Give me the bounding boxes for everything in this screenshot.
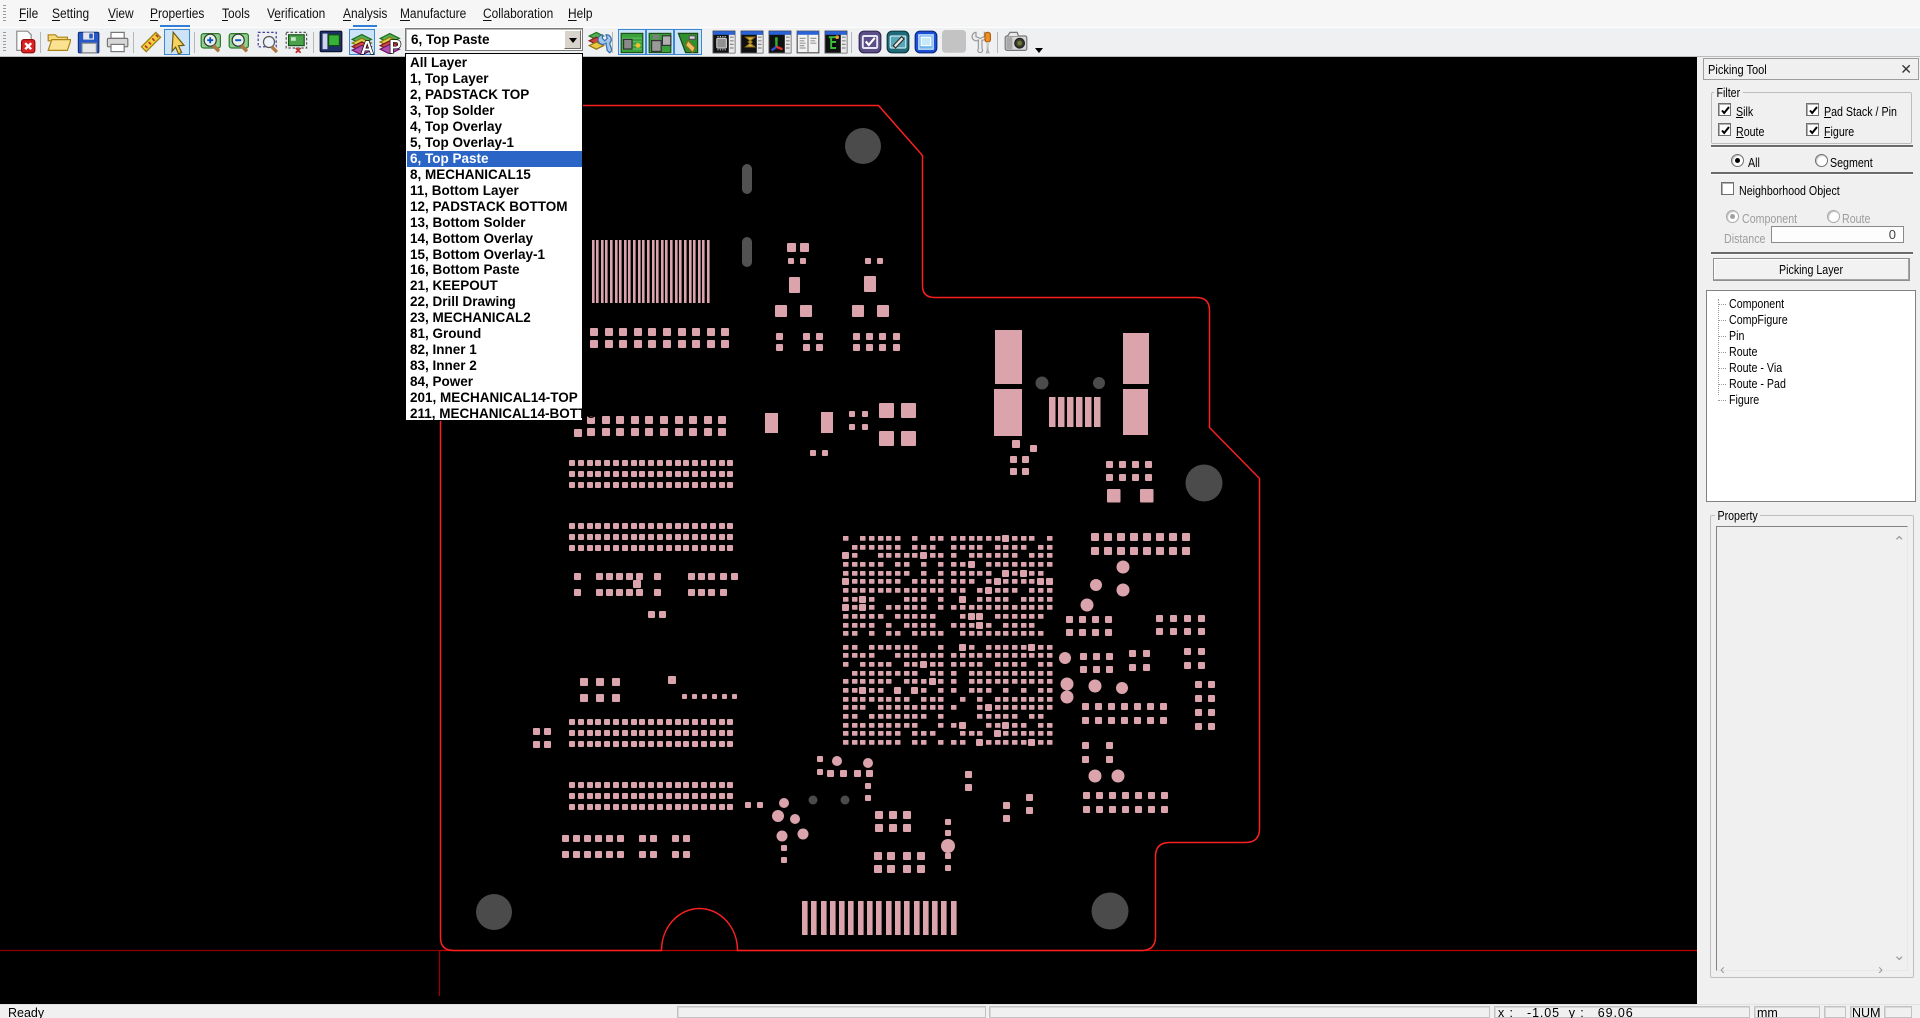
svg-text:P: P <box>389 37 401 54</box>
svg-text:A: A <box>361 38 374 55</box>
